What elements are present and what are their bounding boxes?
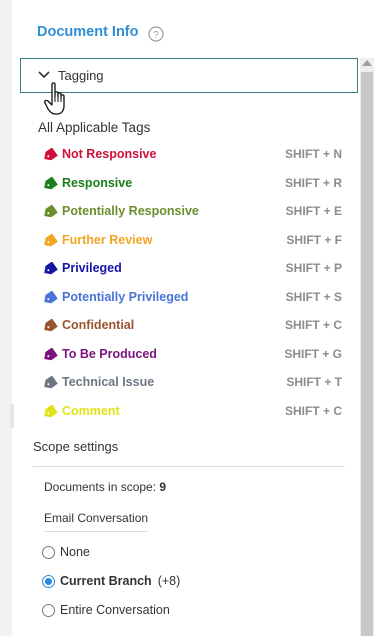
documents-in-scope-label: Documents in scope:	[44, 480, 157, 494]
tag-name: Further Review	[62, 233, 153, 247]
scroll-up-arrow-icon[interactable]	[362, 60, 372, 66]
scope-option-text: None	[60, 545, 90, 559]
tag-row[interactable]: Confidential SHIFT + C	[38, 315, 348, 339]
scope-option-label: Entire Conversation	[60, 603, 170, 617]
applicable-tags-heading: All Applicable Tags	[38, 120, 151, 135]
email-conversation-label: Email Conversation	[44, 511, 149, 525]
scope-option-label: Current Branch (+8)	[60, 574, 180, 588]
scope-settings-heading: Scope settings	[33, 439, 119, 454]
hand-cursor-icon	[44, 82, 65, 115]
scope-option-label: None	[60, 545, 90, 559]
tag-icon	[44, 291, 58, 304]
tag-name: Comment	[62, 404, 120, 418]
tag-shortcut: SHIFT + E	[285, 204, 342, 218]
tag-row[interactable]: Further Review SHIFT + F	[38, 230, 348, 254]
tag-shortcut: SHIFT + S	[285, 290, 342, 304]
splitter-handle[interactable]	[10, 404, 14, 428]
scope-option-text: Current Branch	[60, 574, 152, 588]
tag-name: Confidential	[62, 318, 135, 332]
scope-option-count: (+8)	[157, 574, 181, 588]
tag-shortcut: SHIFT + C	[284, 318, 342, 332]
tag-row[interactable]: Potentially Privileged SHIFT + S	[38, 287, 348, 311]
tag-name: Potentially Privileged	[62, 290, 189, 304]
documents-in-scope: Documents in scope: 9	[44, 480, 166, 494]
tag-row[interactable]: Potentially Responsive SHIFT + E	[38, 201, 348, 225]
tag-name: Responsive	[62, 176, 133, 190]
tag-shortcut: SHIFT + P	[285, 261, 342, 275]
radio-unselected-icon[interactable]	[42, 546, 55, 559]
tag-shortcut: SHIFT + F	[286, 233, 342, 247]
tag-row[interactable]: Not Responsive SHIFT + N	[38, 144, 348, 168]
tag-icon	[44, 262, 58, 275]
radio-unselected-icon[interactable]	[42, 604, 55, 617]
tag-row[interactable]: Responsive SHIFT + R	[38, 173, 348, 197]
tag-name: To Be Produced	[62, 347, 157, 361]
tag-shortcut: SHIFT + T	[286, 375, 342, 389]
tag-shortcut: SHIFT + R	[284, 176, 342, 190]
scope-option-entire-conversation[interactable]: Entire Conversation	[42, 601, 242, 621]
tag-icon	[44, 205, 58, 218]
scrollbar-thumb[interactable]	[361, 72, 373, 636]
tag-icon	[44, 148, 58, 161]
tag-icon	[44, 376, 58, 389]
tag-icon	[44, 319, 58, 332]
panel-title: Document Info	[37, 24, 139, 40]
tag-name: Privileged	[62, 261, 122, 275]
tag-name: Not Responsive	[62, 147, 157, 161]
tag-row[interactable]: Privileged SHIFT + P	[38, 258, 348, 282]
tag-shortcut: SHIFT + N	[284, 147, 342, 161]
tag-row[interactable]: Comment SHIFT + C	[38, 401, 348, 425]
documents-in-scope-value: 9	[159, 480, 167, 494]
tag-shortcut: SHIFT + G	[284, 347, 342, 361]
scope-option-text: Entire Conversation	[60, 603, 170, 617]
tag-icon	[44, 405, 58, 418]
tag-icon	[44, 234, 58, 247]
chevron-down-icon	[38, 71, 50, 79]
scope-divider	[33, 466, 345, 467]
left-panel-edge	[0, 0, 14, 636]
scope-option-current-branch[interactable]: Current Branch (+8)	[42, 572, 242, 592]
svg-text:?: ?	[153, 30, 159, 41]
tag-name: Technical Issue	[62, 375, 155, 389]
tag-row[interactable]: To Be Produced SHIFT + G	[38, 344, 348, 368]
tag-row[interactable]: Technical Issue SHIFT + T	[38, 372, 348, 396]
tag-name: Potentially Responsive	[62, 204, 199, 218]
scope-option-none[interactable]: None	[42, 543, 242, 563]
tagging-label: Tagging	[58, 68, 104, 83]
tag-icon	[44, 177, 58, 190]
tag-icon	[44, 348, 58, 361]
tag-shortcut: SHIFT + C	[284, 404, 342, 418]
email-conversation-divider	[44, 531, 147, 532]
help-icon[interactable]: ?	[148, 26, 164, 42]
radio-selected-icon[interactable]	[42, 575, 55, 588]
